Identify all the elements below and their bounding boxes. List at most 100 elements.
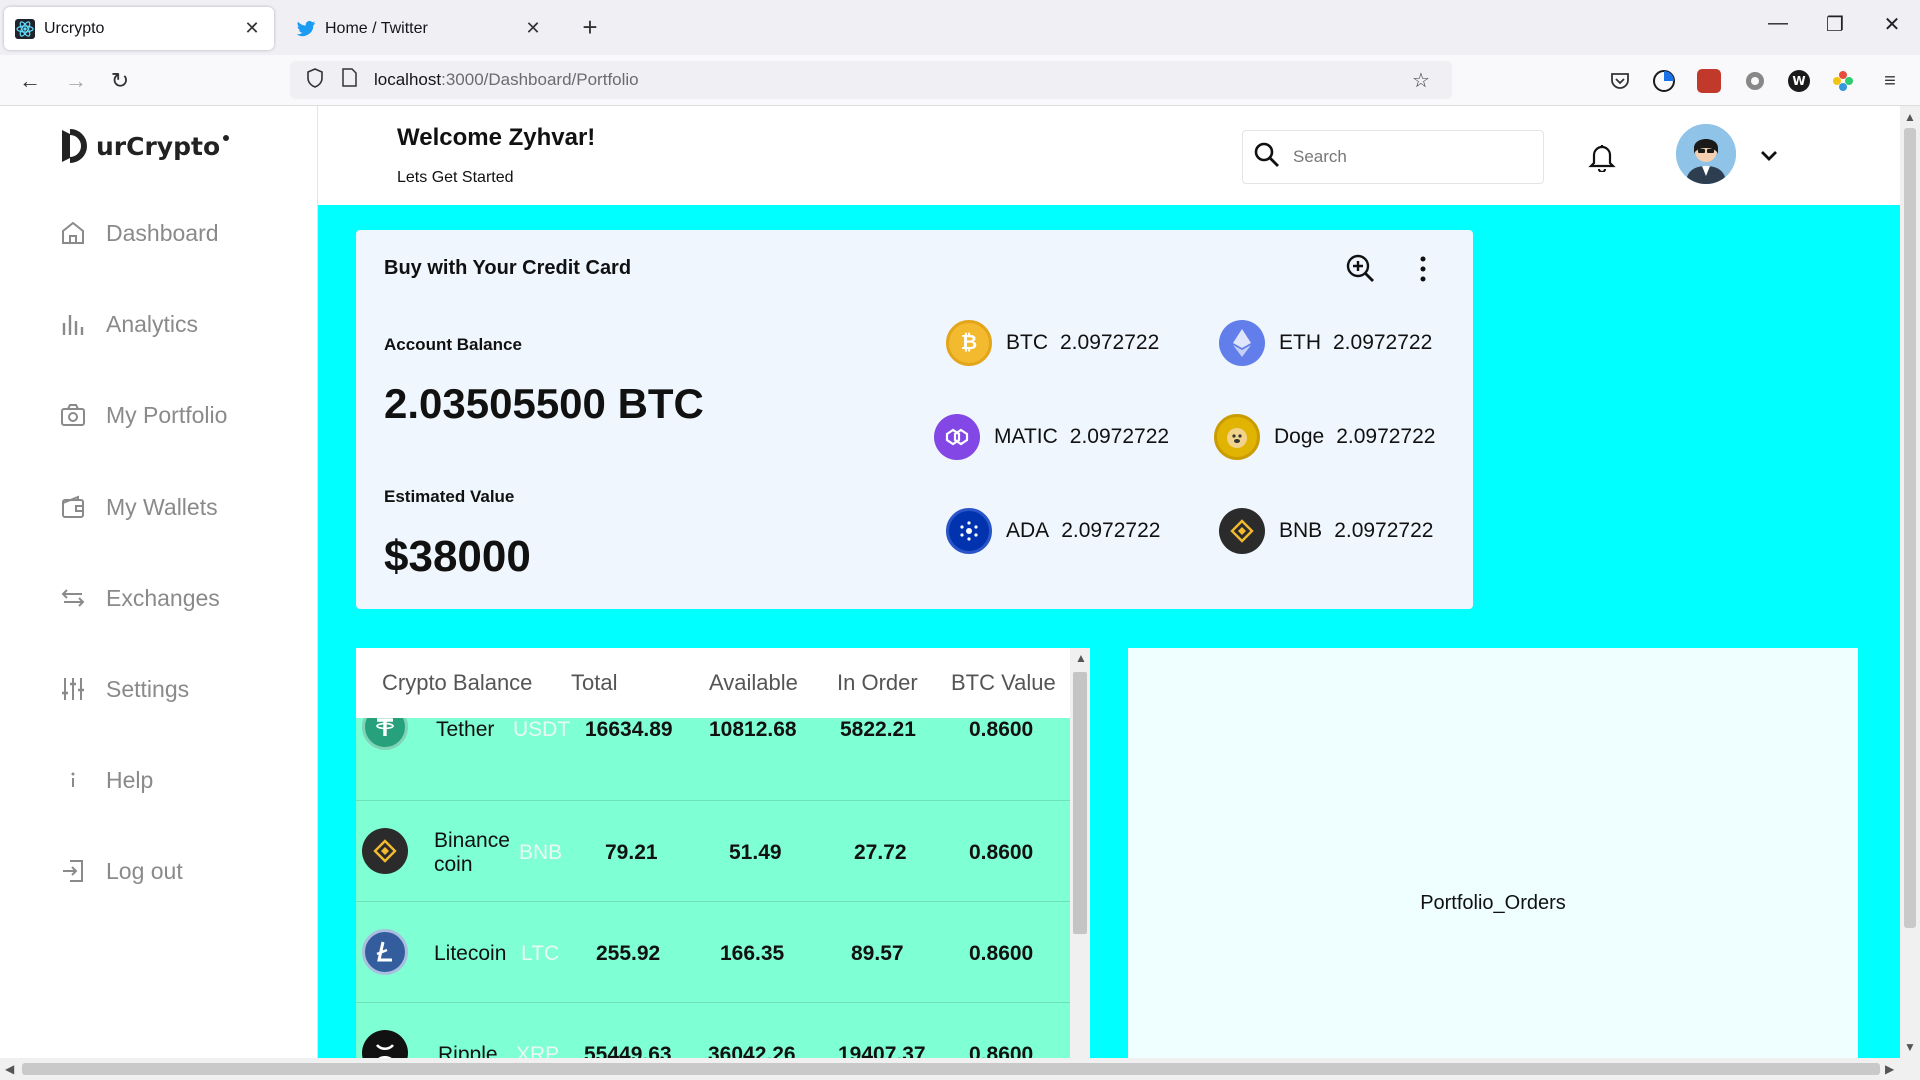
table-scrollbar[interactable]: ▲ xyxy=(1070,648,1090,1058)
scroll-up-icon[interactable]: ▲ xyxy=(1075,651,1087,665)
table-row[interactable]: Ripple XRP 55449.63 36042.26 19407.37 0.… xyxy=(356,1003,1070,1058)
brand-name: urCrypto xyxy=(96,131,221,161)
sidebar-item-my-wallets[interactable]: My Wallets xyxy=(58,492,218,522)
coin-amount: 2.0972722 xyxy=(1336,425,1436,448)
table-row[interactable]: Litecoin LTC 255.92 166.35 89.57 0.8600 xyxy=(356,902,1070,1003)
scroll-up-icon[interactable]: ▲ xyxy=(1904,110,1916,124)
coin-btc: ₿ BTC 2.0972722 xyxy=(946,320,1159,366)
logo-mark-icon xyxy=(58,128,88,164)
camera-icon xyxy=(58,400,88,430)
address-bar[interactable]: localhost:3000/Dashboard/Portfolio ☆ xyxy=(290,61,1452,99)
extension-red-icon[interactable] xyxy=(1697,69,1721,93)
pocket-icon[interactable] xyxy=(1608,69,1632,93)
polygon-icon xyxy=(934,414,980,460)
sidebar-item-my-portfolio[interactable]: My Portfolio xyxy=(58,400,227,430)
page-icon xyxy=(342,68,360,92)
row-in-order: 5822.21 xyxy=(840,718,916,741)
exchange-arrows-icon xyxy=(58,583,88,613)
menu-icon[interactable]: ≡ xyxy=(1874,65,1906,97)
sidebar-item-dashboard[interactable]: Dashboard xyxy=(58,218,219,248)
sidebar-item-label: Exchanges xyxy=(106,584,220,611)
coin-amount: 2.0972722 xyxy=(1334,519,1434,542)
sidebar-item-analytics[interactable]: Analytics xyxy=(58,309,198,339)
extension-color-wheel-icon[interactable] xyxy=(1831,69,1855,93)
back-icon[interactable]: ← xyxy=(14,65,46,97)
zoom-in-icon[interactable] xyxy=(1346,254,1376,284)
brand-dot xyxy=(223,135,230,141)
row-available: 36042.26 xyxy=(708,1043,796,1058)
row-in-order: 89.57 xyxy=(851,942,904,965)
coin-matic: MATIC 2.0972722 xyxy=(934,414,1169,460)
coin-amount: 2.0972722 xyxy=(1061,519,1161,542)
row-symbol: LTC xyxy=(521,942,560,965)
column-header: Total xyxy=(571,670,618,695)
row-btc-value: 0.8600 xyxy=(969,841,1034,864)
tab-title: Urcrypto xyxy=(44,19,105,37)
page-vertical-scrollbar[interactable]: ▲ ▼ xyxy=(1900,106,1920,1058)
account-balance-label: Account Balance xyxy=(384,335,522,354)
scroll-left-icon[interactable]: ◀ xyxy=(5,1062,14,1076)
sidebar-item-label: Log out xyxy=(106,857,183,884)
top-header: Welcome Zyhvar! Lets Get Started Search xyxy=(318,106,1900,205)
page-hscroll-thumb[interactable] xyxy=(22,1063,1880,1075)
portfolio-orders-panel: Portfolio_Orders xyxy=(1128,648,1858,1058)
coin-doge: Doge 2.0972722 xyxy=(1214,414,1435,460)
reload-icon[interactable]: ↻ xyxy=(104,65,136,97)
sidebar-item-label: Analytics xyxy=(106,310,199,337)
row-total: 55449.63 xyxy=(584,1043,672,1058)
close-window-icon[interactable]: ✕ xyxy=(1872,12,1912,37)
sidebar-item-settings[interactable]: Settings xyxy=(58,674,189,704)
row-btc-value: 0.8600 xyxy=(969,942,1034,965)
forward-icon[interactable]: → xyxy=(60,65,92,97)
page-scroll-thumb[interactable] xyxy=(1904,128,1916,928)
restore-icon[interactable]: ❐ xyxy=(1815,12,1855,37)
close-tab-icon[interactable]: ✕ xyxy=(519,18,547,39)
coin-name: ADA xyxy=(1006,519,1050,542)
home-icon xyxy=(58,218,88,248)
search-input[interactable]: Search xyxy=(1242,130,1544,184)
row-name: Ripple xyxy=(438,1043,498,1058)
scroll-right-icon[interactable]: ▶ xyxy=(1885,1062,1894,1076)
estimated-value: $38000 xyxy=(384,532,531,581)
brand-logo[interactable]: urCrypto xyxy=(58,128,230,164)
page-horizontal-scrollbar[interactable]: ◀ ▶ xyxy=(0,1058,1920,1080)
bookmark-star-icon[interactable]: ☆ xyxy=(1412,68,1442,93)
sidebar-item-label: Settings xyxy=(106,675,190,702)
sidebar-item-label: My Wallets xyxy=(106,493,218,520)
minimize-icon[interactable]: — xyxy=(1758,12,1798,35)
row-name: Binance coin xyxy=(434,829,510,876)
new-tab-icon[interactable]: + xyxy=(575,12,605,43)
sidebar-item-log-out[interactable]: Log out xyxy=(58,856,183,886)
tab-urcrypto[interactable]: Urcrypto ✕ xyxy=(4,7,274,50)
row-symbol: BNB xyxy=(519,841,563,864)
close-tab-icon[interactable]: ✕ xyxy=(238,18,266,39)
account-balance-value: 2.03505500 BTC xyxy=(384,380,704,427)
wallet-icon xyxy=(58,492,88,522)
bar-chart-icon xyxy=(58,309,88,339)
app: urCrypto Dashboard Analytics My Portfoli… xyxy=(0,106,1900,1058)
tab-twitter[interactable]: Home / Twitter ✕ xyxy=(285,7,555,50)
notification-bell-icon[interactable] xyxy=(1588,142,1616,174)
more-vertical-icon[interactable] xyxy=(1418,254,1428,284)
table-row[interactable]: Binance coin BNB 79.21 51.49 27.72 0.860… xyxy=(356,801,1070,902)
sidebar-item-help[interactable]: Help xyxy=(58,765,153,795)
extension-gear-icon[interactable] xyxy=(1743,69,1767,93)
doge-icon xyxy=(1214,414,1260,460)
logout-icon xyxy=(58,856,88,886)
avatar[interactable] xyxy=(1676,124,1736,184)
sidebar-item-exchanges[interactable]: Exchanges xyxy=(58,583,220,613)
chevron-down-icon[interactable] xyxy=(1758,144,1780,166)
row-name: Litecoin xyxy=(434,942,507,965)
extension-clock-icon[interactable] xyxy=(1652,69,1676,93)
extension-w-icon[interactable]: W xyxy=(1787,69,1811,93)
card-title: Buy with Your Credit Card xyxy=(384,257,632,279)
row-total: 79.21 xyxy=(605,841,658,864)
coin-amount: 2.0972722 xyxy=(1333,331,1433,354)
table-scroll-thumb[interactable] xyxy=(1073,672,1087,934)
coin-name: BNB xyxy=(1279,519,1323,542)
main-content: Buy with Your Credit Card Account Balanc… xyxy=(318,205,1900,1058)
crypto-balance-table[interactable]: Tether USDT 16634.89 10812.68 5822.21 0.… xyxy=(356,648,1090,1058)
browser-tab-bar: Urcrypto ✕ Home / Twitter ✕ + — ❐ ✕ xyxy=(0,0,1920,55)
litecoin-icon xyxy=(362,929,408,975)
scroll-down-icon[interactable]: ▼ xyxy=(1904,1040,1916,1054)
